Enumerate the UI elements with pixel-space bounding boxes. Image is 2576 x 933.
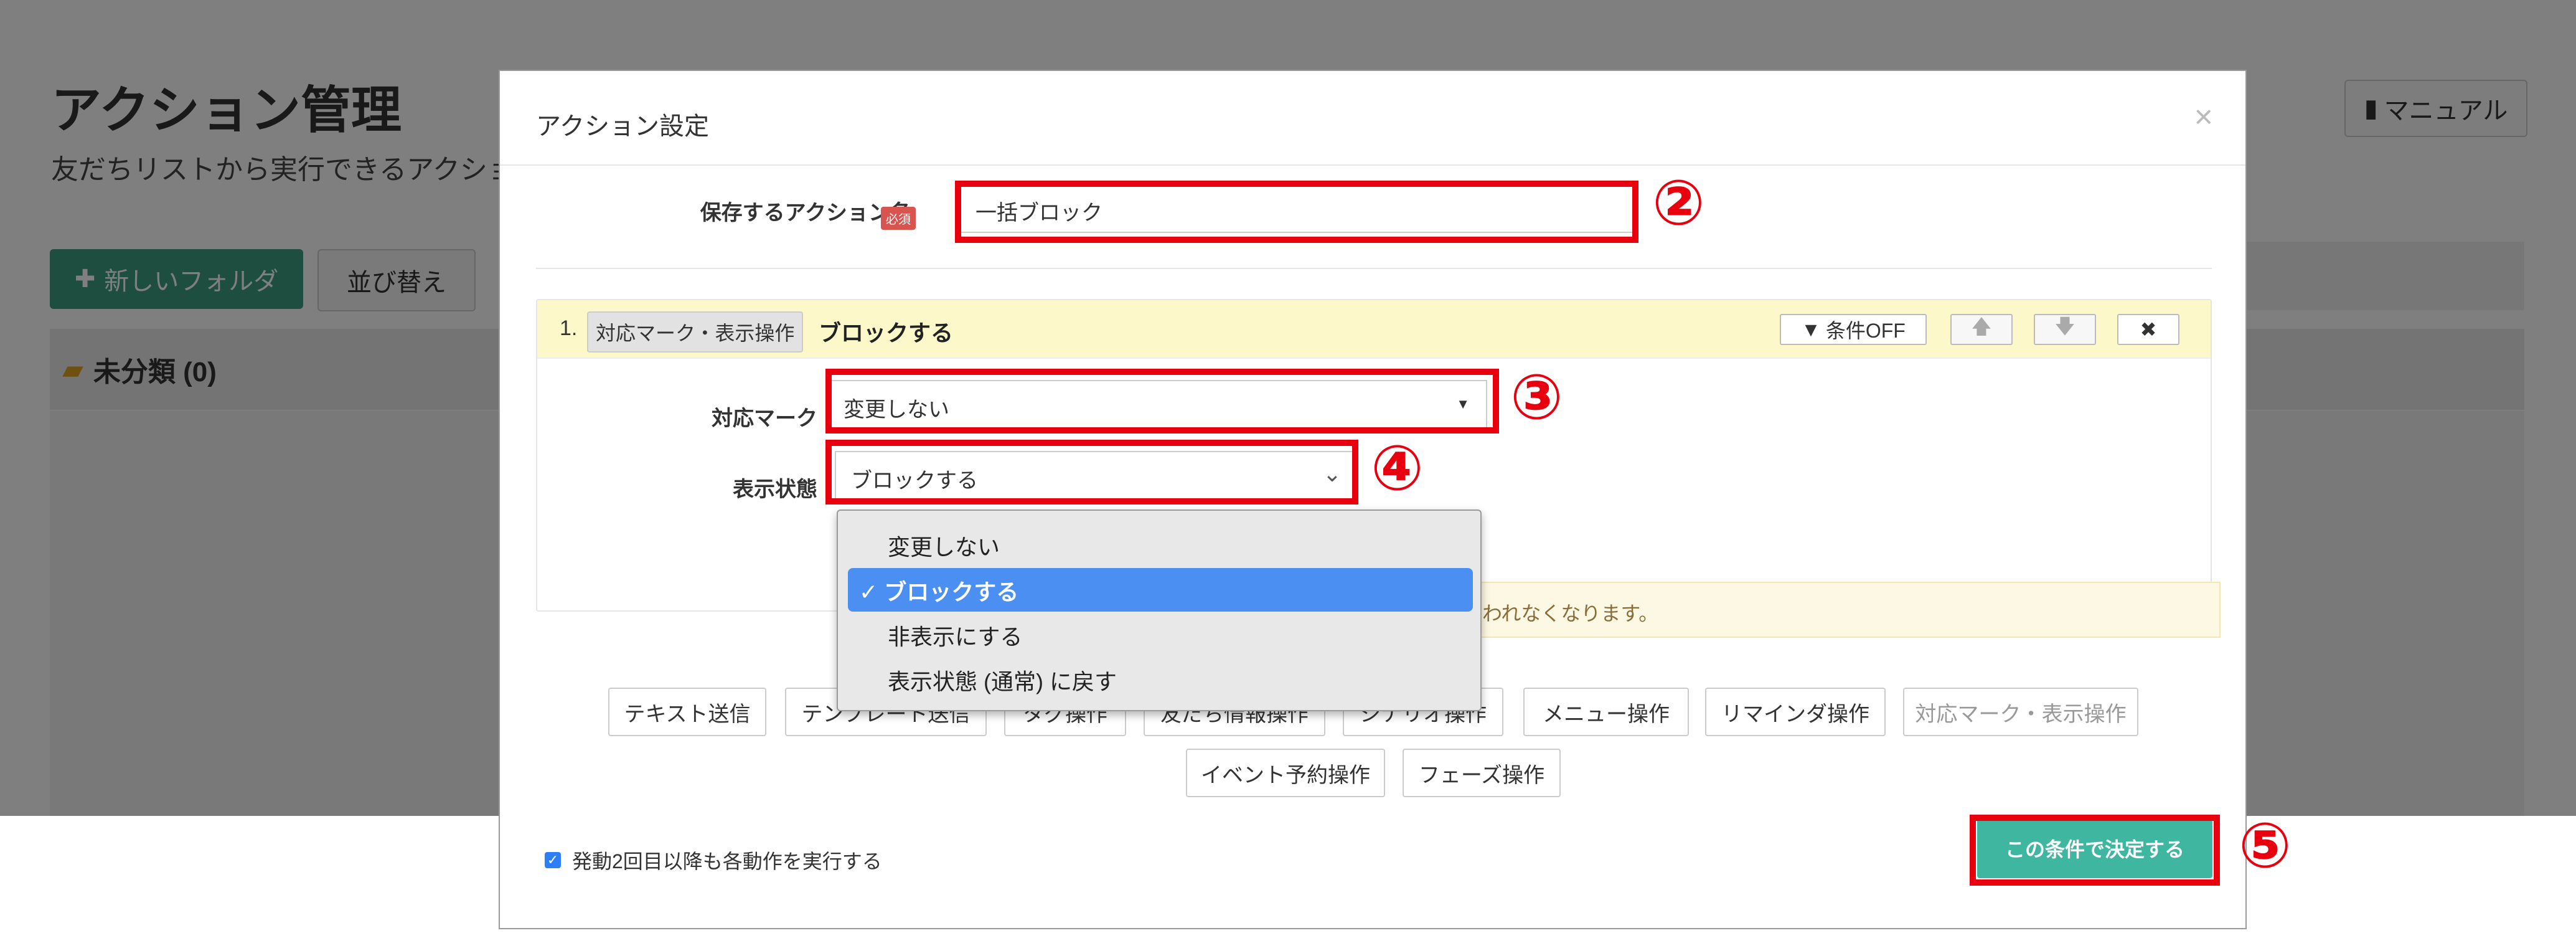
- repeat-option[interactable]: ✓ 発動2回目以降も各動作を実行する: [545, 846, 882, 874]
- annotation-4: ④: [1371, 433, 1424, 503]
- close-icon: ✖: [2140, 318, 2157, 341]
- dropdown-option-label: ブロックする: [884, 579, 1019, 605]
- action-name: ブロックする: [819, 320, 954, 346]
- display-status-label: 表示状態: [733, 478, 817, 501]
- close-icon[interactable]: ×: [2194, 98, 2213, 136]
- modal-title: アクション設定: [536, 113, 709, 140]
- dropdown-option[interactable]: 非表示にする: [888, 619, 1022, 651]
- op-reminder-button[interactable]: リマインダ操作: [1705, 688, 1886, 736]
- notice-box: われなくなります。: [1462, 582, 2221, 638]
- mark-label: 対応マーク: [712, 407, 817, 430]
- filter-icon: ▼: [1801, 318, 1821, 341]
- annotation-2: ②: [1652, 168, 1705, 238]
- op-mark-display-button: 対応マーク・表示操作: [1903, 688, 2138, 736]
- condition-label: 条件OFF: [1825, 320, 1906, 342]
- highlight-box-2: [955, 181, 1638, 243]
- modal-header: アクション設定 ×: [500, 71, 2245, 166]
- arrow-up-icon: 🡅: [1971, 315, 1992, 338]
- annotation-5: ⑤: [2239, 811, 2292, 881]
- annotation-3: ③: [1510, 362, 1563, 432]
- action-name-label: 保存するアクション名: [700, 201, 911, 225]
- display-status-dropdown: 変更しない ✓ ブロックする 非表示にする 表示状態 (通常) に戻す: [837, 509, 1482, 711]
- divider: [536, 268, 2212, 269]
- action-type-tag: 対応マーク・表示操作: [587, 311, 804, 353]
- op-menu-button[interactable]: メニュー操作: [1523, 688, 1689, 736]
- action-panel-header: 1. 対応マーク・表示操作 ブロックする ▼ 条件OFF 🡅 🡇 ✖: [537, 300, 2211, 359]
- checkmark-icon: ✓: [859, 579, 878, 605]
- highlight-box-3: [825, 369, 1499, 433]
- delete-button[interactable]: ✖: [2117, 314, 2179, 345]
- move-up-button[interactable]: 🡅: [1950, 314, 2013, 345]
- condition-toggle-button[interactable]: ▼ 条件OFF: [1780, 314, 1927, 345]
- op-event-reserve-button[interactable]: イベント予約操作: [1186, 749, 1385, 797]
- dropdown-option-selected[interactable]: ✓ ブロックする: [859, 574, 1018, 607]
- dropdown-option[interactable]: 変更しない: [888, 529, 1000, 562]
- repeat-label: 発動2回目以降も各動作を実行する: [572, 850, 882, 873]
- checkbox-checked-icon[interactable]: ✓: [545, 852, 561, 868]
- dropdown-option[interactable]: 表示状態 (通常) に戻す: [888, 664, 1117, 696]
- op-phase-button[interactable]: フェーズ操作: [1403, 749, 1561, 797]
- move-down-button[interactable]: 🡇: [2034, 314, 2096, 345]
- action-number: 1.: [560, 316, 578, 340]
- arrow-down-icon: 🡇: [2054, 315, 2075, 338]
- highlight-box-5: [1970, 815, 2220, 886]
- required-badge: 必須: [881, 207, 916, 230]
- op-text-send-button[interactable]: テキスト送信: [608, 688, 766, 736]
- highlight-box-4: [825, 440, 1358, 504]
